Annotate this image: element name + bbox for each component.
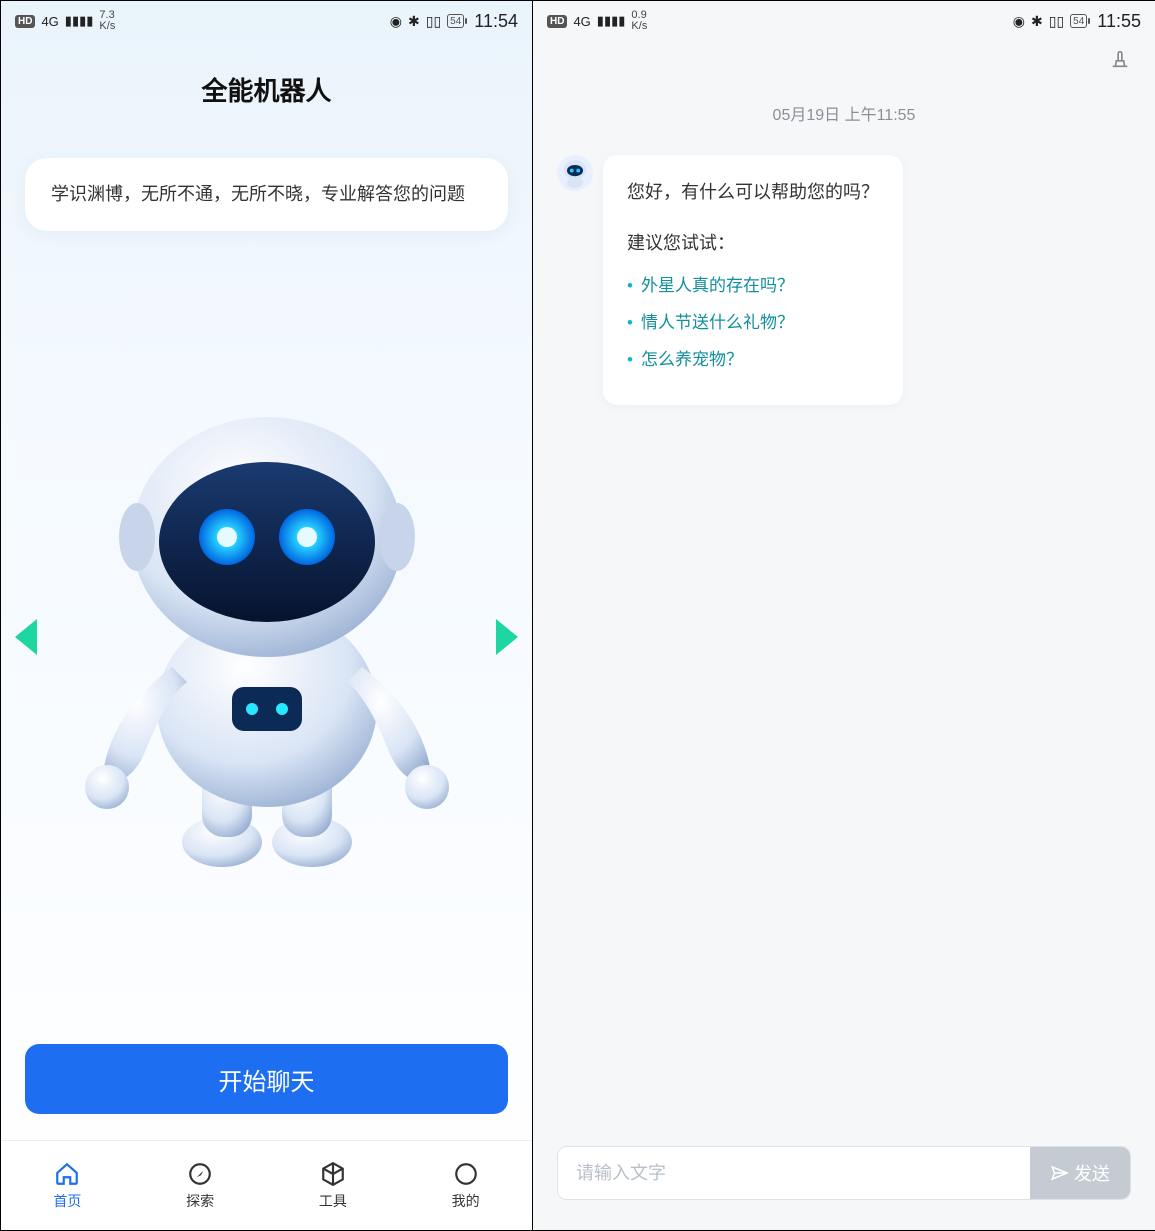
clock: 11:54 bbox=[474, 11, 518, 32]
suggestion-item[interactable]: 外星人真的存在吗？ bbox=[627, 272, 879, 301]
compass-icon bbox=[187, 1161, 213, 1187]
battery-icon: 54 bbox=[1070, 14, 1087, 28]
chat-screen: HD 4G ▮▮▮▮ 0.9 K/s ◉ ✱ ▯▯ 54 11:55 05月19… bbox=[533, 1, 1155, 1230]
status-bar-left: HD 4G ▮▮▮▮ 7.3 K/s bbox=[15, 10, 115, 32]
home-screen: HD 4G ▮▮▮▮ 7.3 K/s ◉ ✱ ▯▯ 54 11:54 全能机器人… bbox=[1, 1, 533, 1230]
circle-icon bbox=[453, 1161, 479, 1187]
status-bar: HD 4G ▮▮▮▮ 0.9 K/s ◉ ✱ ▯▯ 54 11:55 bbox=[533, 1, 1155, 41]
suggestion-item[interactable]: 情人节送什么礼物？ bbox=[627, 309, 879, 338]
nav-label: 首页 bbox=[53, 1191, 81, 1211]
nav-tools[interactable]: 工具 bbox=[267, 1141, 400, 1230]
status-bar-right: ◉ ✱ ▯▯ 54 11:55 bbox=[1013, 11, 1141, 32]
battery-percent: 54 bbox=[450, 16, 461, 27]
vibrate-icon: ▯▯ bbox=[426, 13, 441, 30]
net-speed: 0.9 K/s bbox=[631, 10, 647, 32]
start-chat-button[interactable]: 开始聊天 bbox=[25, 1044, 508, 1114]
nav-mine[interactable]: 我的 bbox=[399, 1141, 532, 1230]
nav-explore[interactable]: 探索 bbox=[134, 1141, 267, 1230]
signal-icon: ▮▮▮▮ bbox=[597, 13, 626, 29]
description-bubble: 学识渊博，无所不通，无所不晓，专业解答您的问题 bbox=[25, 158, 508, 231]
eye-icon: ◉ bbox=[390, 13, 402, 30]
status-bar-left: HD 4G ▮▮▮▮ 0.9 K/s bbox=[547, 10, 647, 32]
suggestion-item[interactable]: 怎么养宠物？ bbox=[627, 346, 879, 375]
nav-home[interactable]: 首页 bbox=[1, 1141, 134, 1230]
chat-timestamp: 05月19日 上午11:55 bbox=[533, 101, 1155, 125]
cube-icon bbox=[320, 1161, 346, 1187]
battery-icon: 54 bbox=[447, 14, 464, 28]
hd-badge: HD bbox=[547, 15, 567, 28]
robot-illustration bbox=[77, 387, 457, 887]
clear-chat-icon[interactable] bbox=[1109, 48, 1131, 75]
input-bar: 发送 bbox=[533, 1126, 1155, 1230]
net-speed: 7.3 K/s bbox=[99, 10, 115, 32]
robot-carousel bbox=[1, 241, 532, 1034]
bot-avatar bbox=[557, 155, 593, 191]
battery-percent: 54 bbox=[1073, 16, 1084, 27]
chat-header bbox=[533, 41, 1155, 81]
home-icon bbox=[54, 1161, 80, 1187]
send-label: 发送 bbox=[1074, 1160, 1110, 1186]
suggestion-list: 外星人真的存在吗？ 情人节送什么礼物？ 怎么养宠物？ bbox=[627, 272, 879, 375]
nav-label: 工具 bbox=[319, 1191, 347, 1211]
send-icon bbox=[1050, 1164, 1068, 1182]
page-title: 全能机器人 bbox=[1, 71, 532, 108]
hd-badge: HD bbox=[15, 15, 35, 28]
send-button[interactable]: 发送 bbox=[1030, 1147, 1130, 1199]
try-label: 建议您试试： bbox=[627, 228, 879, 259]
chat-input[interactable] bbox=[558, 1147, 1030, 1199]
bluetooth-icon: ✱ bbox=[1031, 13, 1043, 30]
message-row: 您好，有什么可以帮助您的吗？ 建议您试试： 外星人真的存在吗？ 情人节送什么礼物… bbox=[533, 155, 1155, 405]
vibrate-icon: ▯▯ bbox=[1049, 13, 1064, 30]
eye-icon: ◉ bbox=[1013, 13, 1025, 30]
bluetooth-icon: ✱ bbox=[408, 13, 420, 30]
bot-message-bubble: 您好，有什么可以帮助您的吗？ 建议您试试： 外星人真的存在吗？ 情人节送什么礼物… bbox=[603, 155, 903, 405]
nav-label: 探索 bbox=[186, 1191, 214, 1211]
greeting-text: 您好，有什么可以帮助您的吗？ bbox=[627, 177, 879, 208]
network-type: 4G bbox=[41, 14, 58, 29]
clock: 11:55 bbox=[1097, 11, 1141, 32]
nav-label: 我的 bbox=[452, 1191, 480, 1211]
carousel-prev-icon[interactable] bbox=[15, 619, 37, 655]
signal-icon: ▮▮▮▮ bbox=[65, 13, 94, 29]
status-bar: HD 4G ▮▮▮▮ 7.3 K/s ◉ ✱ ▯▯ 54 11:54 bbox=[1, 1, 532, 41]
status-bar-right: ◉ ✱ ▯▯ 54 11:54 bbox=[390, 11, 518, 32]
input-wrap: 发送 bbox=[557, 1146, 1131, 1200]
carousel-next-icon[interactable] bbox=[496, 619, 518, 655]
network-type: 4G bbox=[573, 14, 590, 29]
bottom-nav: 首页 探索 工具 我的 bbox=[1, 1140, 532, 1230]
